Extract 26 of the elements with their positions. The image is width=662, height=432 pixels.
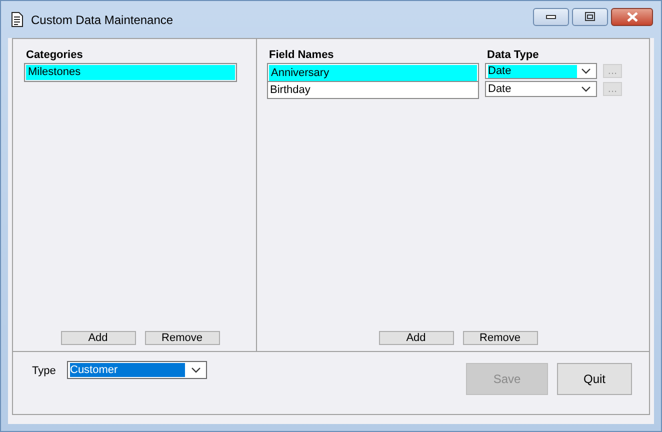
data-type-dropdown[interactable]: Date: [485, 81, 597, 97]
action-button[interactable]: Quit: [557, 363, 632, 395]
list-heading: Categories: [26, 49, 84, 61]
close-icon: [626, 12, 638, 22]
list-action-button[interactable]: Remove: [144, 331, 220, 345]
maximize-icon: [585, 12, 595, 21]
list-action-button[interactable]: Add: [60, 331, 136, 345]
type-label: Type: [32, 365, 57, 377]
window-title: Custom Data Maintenance: [31, 12, 174, 26]
type-dropdown[interactable]: Customer: [67, 361, 207, 379]
minimize-icon: [546, 14, 556, 18]
list-item[interactable]: Milestones: [26, 65, 235, 80]
list-action-button[interactable]: Remove: [462, 331, 538, 345]
list-action-button[interactable]: Add: [378, 331, 454, 345]
data-type-dropdown[interactable]: Date: [485, 63, 597, 79]
minimize-button[interactable]: [533, 8, 569, 26]
list-item[interactable]: Birthday: [268, 81, 478, 98]
column-heading: Field Names: [269, 49, 335, 61]
chevron-icon: [581, 68, 591, 74]
chevron-icon: [581, 86, 591, 92]
column-heading: Data Type: [487, 49, 540, 61]
document-icon: [11, 12, 23, 27]
list-item[interactable]: Anniversary: [269, 65, 477, 81]
chevron-icon: [191, 367, 201, 373]
close-button[interactable]: [611, 8, 653, 26]
maximize-button[interactable]: [572, 8, 608, 26]
